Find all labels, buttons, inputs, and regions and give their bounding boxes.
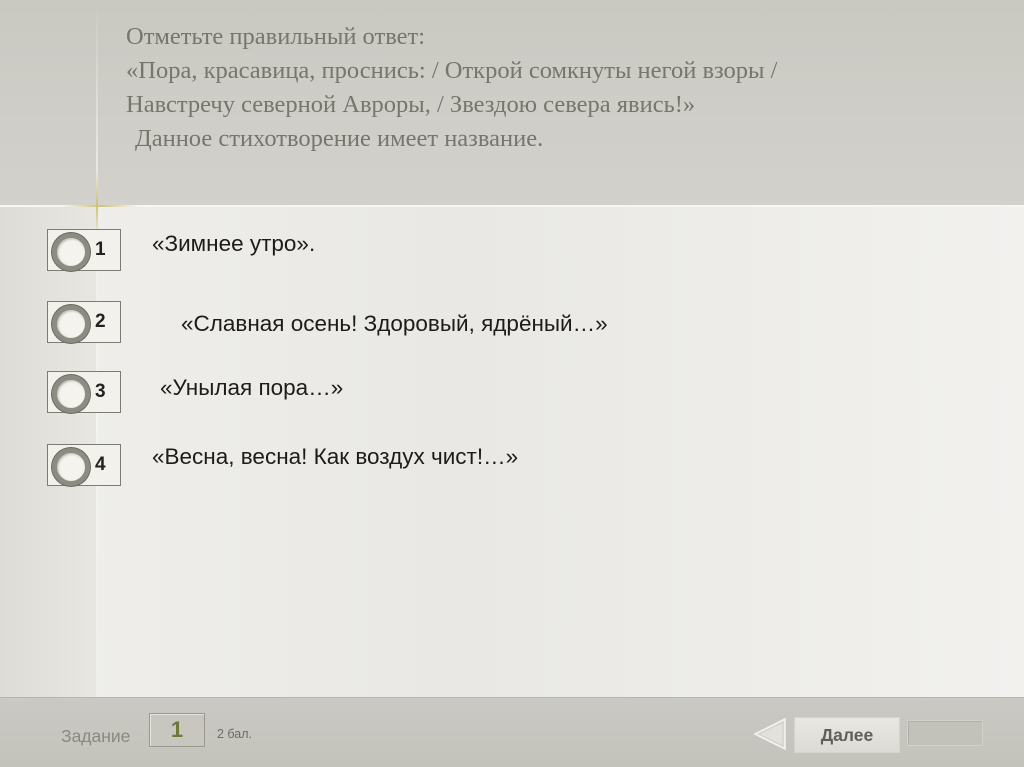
option-3-text[interactable]: «Унылая пора…»: [160, 375, 343, 401]
option-number: 4: [95, 454, 106, 475]
question-line: Данное стихотворение имеет название.: [135, 125, 544, 152]
question-line: Навстречу северной Авроры, / Звездою сев…: [126, 91, 696, 118]
option-2-radio[interactable]: 2: [47, 301, 121, 343]
question-text: Отметьте правильный ответ: «Пора, красав…: [126, 20, 1006, 156]
radio-ring-icon: [52, 233, 90, 271]
radio-ring-icon: [52, 448, 90, 486]
option-3-radio[interactable]: 3: [47, 371, 121, 413]
option-number: 1: [95, 239, 106, 260]
option-1-radio[interactable]: 1: [47, 229, 121, 271]
vertical-rule: [96, 0, 98, 697]
points-label: 2 бал.: [217, 727, 253, 741]
option-number: 2: [95, 311, 106, 332]
task-number: 1: [149, 713, 205, 747]
option-2-text[interactable]: «Славная осень! Здоровый, ядрёный…»: [181, 311, 608, 337]
question-line: Отметьте правильный ответ:: [126, 23, 426, 50]
back-button[interactable]: [752, 717, 788, 751]
option-4-text[interactable]: «Весна, весна! Как воздух чист!…»: [152, 444, 518, 470]
quiz-slide: Отметьте правильный ответ: «Пора, красав…: [0, 0, 1024, 767]
task-label: Задание: [61, 726, 131, 746]
radio-ring-icon: [52, 375, 90, 413]
divider-line: [0, 205, 1024, 207]
triangle-left-icon: [753, 717, 786, 751]
radio-ring-icon: [52, 305, 90, 343]
footer-bar: Задание 1 2 бал. Далее: [0, 697, 1024, 767]
option-4-radio[interactable]: 4: [47, 444, 121, 486]
end-button[interactable]: [907, 720, 983, 746]
next-button[interactable]: Далее: [794, 717, 900, 753]
option-number: 3: [95, 381, 106, 402]
question-header: Отметьте правильный ответ: «Пора, красав…: [0, 0, 1024, 207]
option-1-text[interactable]: «Зимнее утро».: [152, 231, 315, 257]
question-line: «Пора, красавица, проснись: / Открой сом…: [126, 57, 778, 84]
sparkle-decoration: [62, 205, 138, 207]
